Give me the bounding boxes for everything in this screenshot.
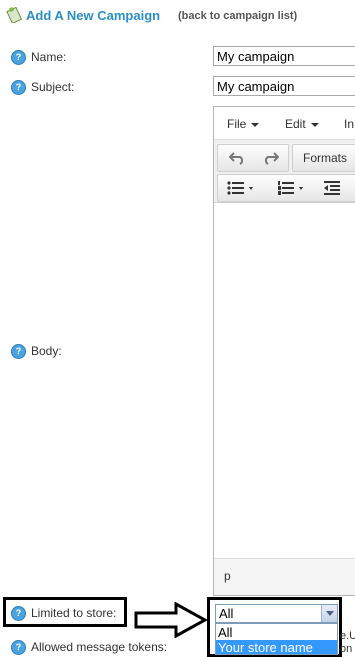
redo-icon[interactable]	[258, 145, 284, 171]
help-icon[interactable]: ?	[11, 344, 26, 359]
store-select-value: All	[219, 606, 234, 621]
menu-file[interactable]: File	[227, 117, 260, 131]
back-to-list-link[interactable]: (back to campaign list)	[178, 10, 297, 22]
tokens-partial-text: e.U on	[340, 630, 355, 655]
editor-statusbar: p	[214, 558, 355, 595]
help-icon[interactable]: ?	[11, 80, 26, 95]
name-label: Name:	[31, 50, 67, 64]
campaign-icon	[6, 7, 22, 23]
formats-dropdown[interactable]: Formats	[292, 144, 355, 172]
page-header: Add A New Campaign (back to campaign lis…	[6, 6, 351, 28]
menu-insert[interactable]: In	[344, 117, 354, 131]
store-dropdown-list: All Your store name	[215, 623, 338, 655]
name-input[interactable]	[213, 46, 355, 66]
store-option-all[interactable]: All	[216, 625, 337, 640]
rich-text-editor: File Edit In Formats p	[213, 106, 355, 596]
bullet-list-icon[interactable]	[224, 175, 260, 201]
subject-input[interactable]	[213, 76, 355, 96]
store-option-your-store[interactable]: Your store name	[216, 640, 337, 654]
store-select[interactable]: All	[215, 604, 338, 623]
body-label: Body:	[31, 344, 62, 358]
tokens-label: Allowed message tokens:	[31, 640, 168, 654]
outdent-icon[interactable]	[322, 175, 342, 201]
arrow-right-icon	[134, 602, 208, 638]
chevron-down-icon[interactable]	[321, 605, 337, 622]
element-path[interactable]: p	[224, 569, 231, 583]
chevron-down-icon	[251, 122, 260, 127]
help-icon[interactable]: ?	[11, 50, 26, 65]
menu-edit[interactable]: Edit	[285, 117, 319, 131]
help-icon[interactable]: ?	[11, 640, 26, 655]
editor-toolbar: Formats	[214, 140, 355, 203]
page-title: Add A New Campaign	[26, 8, 161, 23]
chevron-down-icon	[310, 122, 319, 127]
formats-label: Formats	[303, 151, 348, 165]
numbered-list-icon[interactable]	[274, 175, 310, 201]
history-group	[217, 144, 289, 172]
help-icon[interactable]: ?	[11, 606, 26, 621]
editor-menubar: File Edit In	[214, 107, 355, 140]
store-label: Limited to store:	[31, 606, 117, 620]
undo-icon[interactable]	[224, 145, 250, 171]
subject-label: Subject:	[31, 80, 75, 94]
list-group	[217, 174, 355, 202]
editor-content-area[interactable]	[214, 203, 355, 559]
